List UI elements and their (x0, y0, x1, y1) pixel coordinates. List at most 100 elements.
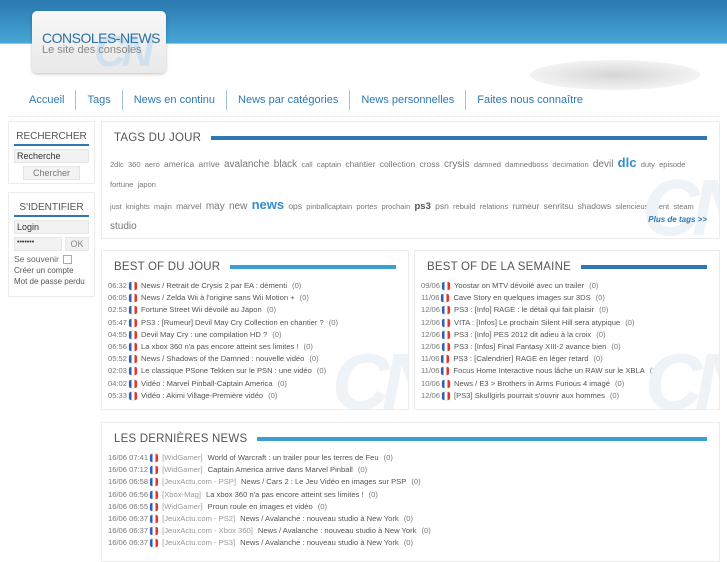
news-link[interactable]: News / Retrait de Crysis 2 par EA : déme… (141, 280, 287, 292)
tag-link[interactable]: senritsu (544, 201, 574, 211)
news-link[interactable]: Captain America arrive dans Marvel Pinba… (208, 464, 353, 476)
news-link[interactable]: Vidéo : Marvel Pinball-Captain America (141, 378, 273, 390)
news-link[interactable]: News / E3 > Brothers in Arms Furious 4 i… (454, 378, 610, 390)
tag-link[interactable]: psn (435, 201, 449, 211)
tag-link[interactable]: dlc (618, 155, 637, 170)
news-link[interactable]: News / Zelda Wii à l'origine sans Wii Mo… (141, 292, 295, 304)
news-time: 16/06 07:41 (108, 453, 149, 462)
news-link[interactable]: News / Avalanche : nouveau studio à New … (258, 525, 417, 537)
french-flag-icon (150, 478, 159, 487)
tag-link[interactable]: silencieusement (615, 202, 669, 211)
tag-link[interactable]: america (164, 159, 194, 169)
tag-link[interactable]: captain (317, 160, 341, 169)
news-link[interactable]: PS3 : [Calendrier] RAGE en léger retard (453, 353, 588, 365)
tag-link[interactable]: portes (356, 202, 377, 211)
latest-header: LES DERNIÈRES NEWS (114, 433, 707, 445)
tag-link[interactable]: episode (659, 160, 685, 169)
tag-link[interactable]: call (301, 160, 312, 169)
news-link[interactable]: La xbox 360 n'a pas encore atteint ses l… (206, 489, 364, 501)
news-link[interactable]: Vidéo : Akimi Village-Première vidéo (141, 390, 263, 402)
tag-link[interactable]: devil (593, 159, 614, 170)
remember-checkbox[interactable] (62, 254, 72, 264)
news-link[interactable]: News / Shadows of the Damned : nouvelle … (141, 353, 304, 365)
tag-link[interactable]: video (182, 237, 226, 238)
tag-link[interactable]: arrive (198, 159, 219, 169)
tag-link[interactable]: prochain (381, 202, 410, 211)
french-flag-icon (150, 454, 159, 463)
news-link[interactable]: Cave Story en quelques images sur 3DS (453, 292, 590, 304)
latest-title-bar (257, 437, 707, 441)
news-link[interactable]: Fortune Street Wii dévoilé au Japon (141, 304, 262, 316)
nav-accueil[interactable]: Accueil (24, 90, 75, 110)
tag-link[interactable]: marvel (176, 201, 202, 211)
tag-link[interactable]: majin (154, 202, 172, 211)
french-flag-icon (441, 355, 450, 364)
tag-link[interactable]: just (110, 202, 122, 211)
news-link[interactable]: Devil May Cry : une compilation HD ? (141, 329, 267, 341)
news-link[interactable]: PS3 : [Rumeur] Devil May Cry Collection … (141, 317, 324, 329)
nav-news-par-categories[interactable]: News par catégories (226, 90, 349, 110)
tag-link[interactable]: 2dlc (110, 160, 124, 169)
tag-link[interactable]: ops (288, 201, 302, 211)
news-time: 16/06 06:37 (108, 513, 149, 523)
news-link[interactable]: PS3 : [Infos] Final Fantasy XIII-2 avanc… (454, 341, 606, 353)
tag-link[interactable]: damned (474, 160, 501, 169)
search-input[interactable]: Recherche (14, 149, 89, 163)
tag-link[interactable]: fortune (110, 180, 133, 189)
news-link[interactable]: [PS3] Skullgirls pourrait s'ouvrir aux h… (454, 390, 605, 402)
tag-link[interactable]: 360 (128, 160, 141, 169)
news-link[interactable]: Le classique PSone Tekken sur le PSN : u… (141, 365, 312, 377)
tag-link[interactable]: collection (380, 159, 415, 169)
news-link[interactable]: PS3 : [Info] RAGE : le détail qui fait p… (454, 304, 594, 316)
tag-link[interactable]: chantier (345, 159, 375, 169)
tag-link[interactable]: damnedboss (505, 160, 548, 169)
nav-tags[interactable]: Tags (75, 90, 121, 110)
more-tags-link[interactable]: Plus de tags >> (648, 215, 707, 224)
tag-link[interactable]: duty (641, 160, 655, 169)
news-time: 12/06 (421, 329, 441, 339)
comment-count: (0) (268, 390, 278, 400)
comment-count: (0) (316, 366, 327, 376)
site-logo[interactable]: CN CONSOLES-NEWS Le site des consoles (32, 11, 166, 73)
tag-link[interactable]: rebuild (453, 202, 476, 211)
comment-count: (0) (611, 341, 621, 351)
tag-link[interactable]: studio (110, 221, 137, 232)
ok-button[interactable]: OK (65, 237, 89, 251)
news-time: 06:05 (108, 293, 128, 303)
tag-link[interactable]: news (252, 197, 285, 212)
nav-news-en-continu[interactable]: News en continu (121, 90, 226, 110)
create-account-link[interactable]: Créer un compte (14, 266, 89, 275)
news-link[interactable]: News / Avalanche : nouveau studio à New … (240, 513, 399, 525)
tag-link[interactable]: knights (126, 202, 150, 211)
news-link[interactable]: News / Cars 2 : Le Jeu Vidéo en images s… (241, 476, 406, 488)
tag-link[interactable]: crysis (444, 159, 470, 170)
news-link[interactable]: World of Warcraft : un trailer pour les … (208, 452, 379, 464)
forgot-password-link[interactable]: Mot de passe perdu (14, 277, 89, 286)
tag-link[interactable]: avalanche (224, 159, 270, 170)
tag-link[interactable]: japon (138, 180, 156, 189)
news-link[interactable]: Focus Home Interactive nous lâche un RAW… (453, 365, 644, 377)
tag-link[interactable]: new (229, 201, 247, 212)
nav-faites-nous-connaitre[interactable]: Faites nous connaître (465, 90, 594, 110)
tag-link[interactable]: rumeur (512, 201, 539, 211)
news-link[interactable]: News / Avalanche : nouveau studio à New … (240, 537, 399, 549)
tag-link[interactable]: relations (480, 202, 508, 211)
nav-news-personnelles[interactable]: News personnelles (349, 90, 465, 110)
tag-link[interactable]: black (274, 159, 297, 170)
tag-link[interactable]: may (206, 201, 225, 212)
tag-link[interactable]: shadows (578, 201, 612, 211)
tag-link[interactable]: aero (145, 160, 160, 169)
tag-link[interactable]: decimation (552, 160, 588, 169)
tag-link[interactable]: cross (419, 159, 439, 169)
tag-link[interactable]: ps3 (414, 201, 430, 212)
news-link[interactable]: VITA : [Infos] Le prochain Silent Hill s… (454, 317, 620, 329)
tag-link[interactable]: steam (673, 202, 693, 211)
news-link[interactable]: PS3 : [Info] PES 2012 dit adieu à la cro… (454, 329, 591, 341)
search-button[interactable]: Chercher (23, 166, 80, 180)
news-link[interactable]: Proun roule en images et vidéo (208, 501, 313, 513)
news-link[interactable]: La xbox 360 n'a pas encore atteint ses l… (141, 341, 299, 353)
tag-link[interactable]: pinballcaptain (306, 202, 352, 211)
login-field[interactable]: Login (14, 220, 89, 234)
password-field[interactable]: ••••••• (14, 237, 62, 251)
news-link[interactable]: Yoostar on MTV dévoilé avec un trailer (454, 280, 584, 292)
